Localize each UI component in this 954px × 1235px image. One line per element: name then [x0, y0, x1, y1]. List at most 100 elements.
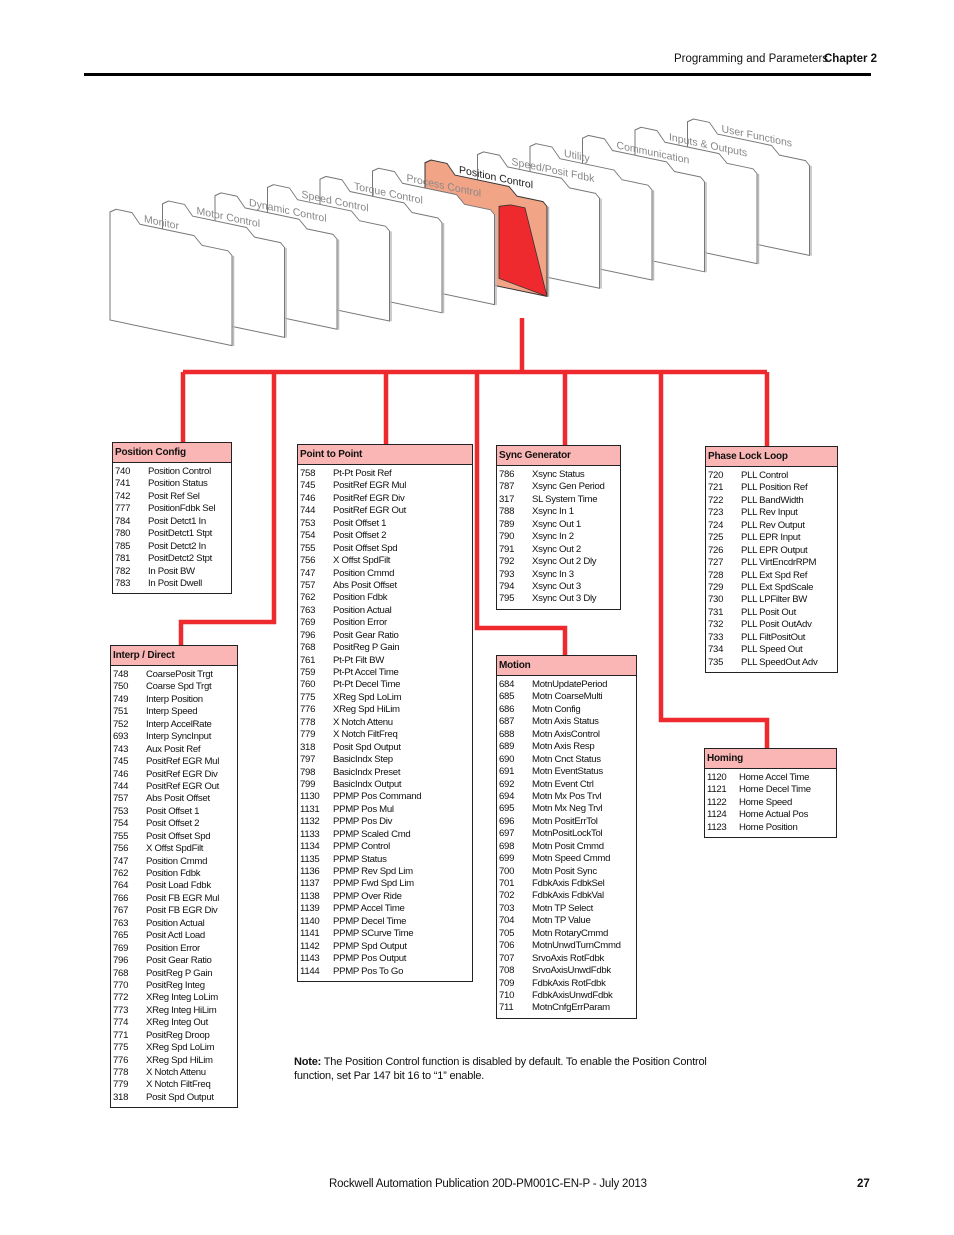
param-row: 744 PositRef EGR Out	[113, 781, 235, 793]
param-row: 780 PositDetct1 Stpt	[115, 528, 229, 540]
note-text: The Position Control function is disable…	[294, 1056, 707, 1082]
param-name: Abs Posit Offset	[146, 793, 210, 805]
page-number: 27	[857, 1178, 870, 1190]
param-name: Motn Mx Pos Trvl	[532, 790, 602, 802]
group-title: Position Config	[113, 443, 231, 463]
param-row: 755 Posit Offset Spd	[113, 831, 235, 843]
param-number: 794	[499, 580, 515, 592]
param-name: FdbkAxisUnwdFdbk	[532, 989, 613, 1001]
param-row: 733 PLL FiltPositOut	[708, 632, 835, 644]
param-name: PLL Control	[741, 470, 789, 481]
param-number: 734	[708, 644, 724, 656]
param-row: 776 XReg Spd HiLim	[113, 1055, 235, 1067]
param-row: 731 PLL Posit Out	[708, 607, 835, 619]
param-name: Motn Speed Cmmd	[532, 853, 611, 865]
param-row: 783 In Posit Dwell	[115, 578, 229, 590]
param-number: 771	[113, 1029, 129, 1041]
param-number: 746	[113, 768, 129, 780]
param-number: 690	[499, 753, 515, 765]
param-row: 750 Coarse Spd Trgt	[113, 681, 235, 693]
param-number: 749	[113, 693, 129, 705]
param-number: 684	[499, 679, 515, 690]
param-number: 776	[300, 704, 316, 716]
param-row: 1133 PPMP Scaled Cmd	[300, 829, 470, 841]
param-number: 783	[115, 577, 131, 589]
param-number: 773	[113, 1004, 129, 1016]
param-name: Motn Cnct Status	[532, 753, 601, 765]
param-row: 796 Posit Gear Ratio	[113, 955, 235, 967]
param-row: 708 SrvoAxisUnwdFdbk	[499, 965, 634, 977]
param-row: 700 Motn Posit Sync	[499, 866, 634, 878]
param-row: 747 Position Cmmd	[113, 856, 235, 868]
param-name: Interp Position	[146, 693, 203, 705]
param-name: Motn RotaryCmmd	[532, 927, 608, 939]
param-name: PositReg Droop	[146, 1029, 210, 1041]
param-name: X Notch Attenu	[333, 716, 393, 728]
param-number: 772	[113, 992, 129, 1004]
param-row: 1138 PPMP Over Ride	[300, 891, 470, 903]
param-row: 770 PositReg Integ	[113, 980, 235, 992]
param-row: 705 Motn RotaryCmmd	[499, 928, 634, 940]
param-row: 720 PLL Control	[708, 470, 835, 482]
param-name: PPMP Pos Div	[333, 816, 393, 828]
param-number: 761	[300, 654, 316, 666]
param-number: 785	[115, 540, 131, 552]
param-row: 1131 PPMP Pos Mul	[300, 804, 470, 816]
param-name: PositRef EGR Mul	[146, 756, 220, 768]
param-row: 724 PLL Rev Output	[708, 520, 835, 532]
param-number: 796	[300, 629, 316, 641]
param-name: PLL Position Ref	[741, 482, 808, 494]
param-number: 688	[499, 728, 515, 740]
param-row: 797 BasicIndx Step	[300, 754, 470, 766]
param-row: 791 Xsync Out 2	[499, 544, 618, 556]
param-number: 1135	[300, 853, 320, 865]
param-row: 790 Xsync In 2	[499, 531, 618, 543]
param-row: 688 Motn AxisControl	[499, 729, 634, 741]
param-name: FdbkAxis FdbkSel	[532, 878, 605, 889]
param-number: 1123	[707, 821, 727, 833]
param-name: X Notch FiltFreq	[146, 1079, 211, 1091]
param-number: 753	[300, 517, 316, 529]
param-row: 686 Motn Config	[499, 704, 634, 716]
param-number: 1122	[707, 796, 727, 808]
param-name: PLL EPR Input	[741, 532, 801, 544]
param-number: 768	[300, 642, 316, 654]
param-row: 785 Posit Detct2 In	[115, 541, 229, 553]
param-row: 768 PositReg P Gain	[300, 642, 470, 654]
param-name: PLL Speed Out	[741, 644, 803, 656]
param-name: MotnPositLockTol	[532, 828, 603, 840]
param-name: Pt-Pt Posit Ref	[333, 468, 392, 479]
param-number: 741	[115, 478, 131, 490]
param-name: Posit Spd Output	[333, 741, 401, 753]
param-number: 763	[300, 604, 316, 616]
param-name: PositReg Integ	[146, 979, 205, 991]
param-row: 689 Motn Axis Resp	[499, 741, 634, 753]
param-number: 755	[300, 542, 316, 554]
param-name: Position Cmmd	[333, 567, 395, 579]
param-name: Posit Offset 2	[333, 530, 387, 542]
param-row: 744 PositRef EGR Out	[300, 505, 470, 517]
param-name: Posit FB EGR Div	[146, 905, 218, 917]
param-row: 728 PLL Ext Spd Ref	[708, 570, 835, 582]
folder-stack: User FunctionsInputs & OutputsCommunicat…	[109, 118, 812, 347]
param-name: PLL Rev Output	[741, 519, 805, 531]
param-name: PositReg P Gain	[333, 642, 400, 654]
param-name: Motn Config	[532, 703, 581, 715]
group-title: Homing	[705, 749, 836, 769]
param-number: 732	[708, 619, 724, 631]
param-name: PPMP Accel Time	[333, 903, 405, 915]
param-number: 1141	[300, 928, 320, 940]
param-row: 779 X Notch FiltFreq	[300, 729, 470, 741]
param-number: 705	[499, 927, 515, 939]
param-name: PPMP Fwd Spd Lim	[333, 878, 414, 890]
param-name: Home Position	[739, 821, 798, 833]
param-number: 711	[499, 1002, 514, 1014]
param-row: 1130 PPMP Pos Command	[300, 791, 470, 803]
param-name: Posit Ref Sel	[148, 490, 200, 502]
param-number: 695	[499, 803, 515, 815]
param-name: PLL BandWidth	[741, 494, 804, 506]
param-number: 775	[113, 1042, 129, 1054]
param-row: 707 SrvoAxis RotFdbk	[499, 953, 634, 965]
param-name: Posit Offset Spd	[333, 542, 398, 554]
param-name: PositionFdbk Sel	[148, 503, 216, 515]
